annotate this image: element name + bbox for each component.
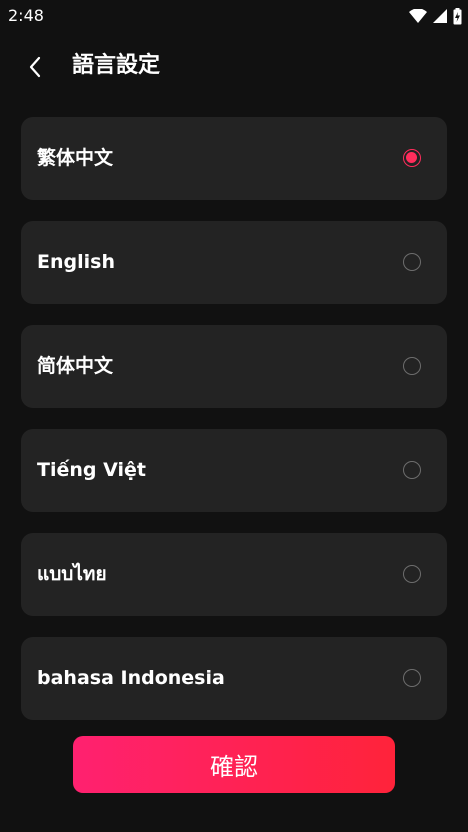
- language-option-traditional-chinese[interactable]: 繁体中文: [21, 117, 447, 200]
- status-bar: 2:48: [0, 0, 468, 32]
- radio-unselected[interactable]: [403, 565, 421, 583]
- wifi-icon: [409, 9, 427, 23]
- language-label: 简体中文: [37, 355, 114, 377]
- language-label: แบบไทย: [37, 563, 107, 585]
- language-label: 繁体中文: [37, 147, 114, 169]
- language-option-thai[interactable]: แบบไทย: [21, 533, 447, 616]
- back-button[interactable]: [18, 50, 52, 84]
- radio-unselected[interactable]: [403, 253, 421, 271]
- language-option-simplified-chinese[interactable]: 简体中文: [21, 325, 447, 408]
- radio-unselected[interactable]: [403, 669, 421, 687]
- app-header: 語言設定: [0, 40, 468, 92]
- status-icons: [409, 6, 462, 26]
- confirm-button[interactable]: 確認: [73, 736, 395, 793]
- language-list: 繁体中文 English 简体中文 Tiếng Việt แบบไทย baha…: [21, 117, 447, 741]
- cellular-signal-icon: [433, 9, 447, 23]
- radio-unselected[interactable]: [403, 461, 421, 479]
- radio-selected[interactable]: [403, 149, 421, 167]
- language-label: Tiếng Việt: [37, 459, 146, 481]
- language-label: bahasa Indonesia: [37, 667, 225, 689]
- battery-charging-icon: [453, 7, 462, 24]
- language-option-english[interactable]: English: [21, 221, 447, 304]
- language-option-indonesian[interactable]: bahasa Indonesia: [21, 637, 447, 720]
- radio-unselected[interactable]: [403, 357, 421, 375]
- status-time: 2:48: [8, 6, 44, 25]
- language-option-vietnamese[interactable]: Tiếng Việt: [21, 429, 447, 512]
- page-title: 語言設定: [72, 53, 161, 78]
- chevron-left-icon: [29, 56, 41, 78]
- language-label: English: [37, 251, 115, 273]
